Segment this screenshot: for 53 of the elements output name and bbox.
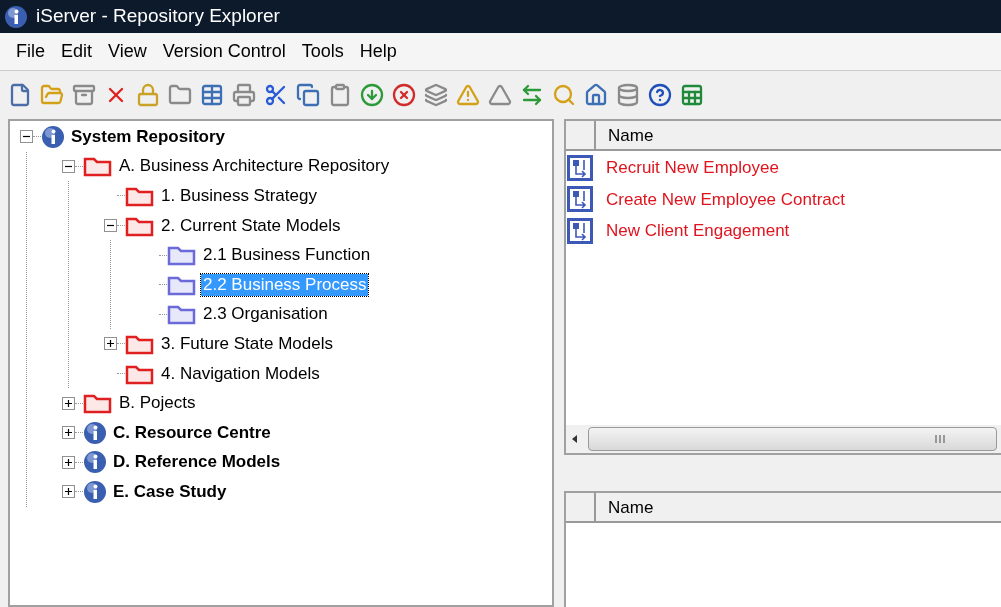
tree-item[interactable]: 4. Navigation Models <box>159 362 322 385</box>
tree-item[interactable]: E. Case Study <box>111 480 229 503</box>
window-title: iServer - Repository Explorer <box>36 4 280 29</box>
plus-icon <box>64 428 73 438</box>
tree-item[interactable]: 2.3 Organisation <box>201 303 330 326</box>
list-item[interactable]: New Client Engagement <box>606 218 790 244</box>
tree-item[interactable]: 2.1 Business Function <box>201 244 373 267</box>
info-icon <box>41 124 65 149</box>
arrow-down-icon[interactable] <box>360 81 384 109</box>
folder-icon <box>125 185 155 207</box>
info-icon <box>4 4 28 29</box>
menu-item[interactable]: Edit <box>53 38 101 65</box>
menu-item[interactable]: View <box>100 38 155 65</box>
plus-icon <box>64 487 73 497</box>
expand-button[interactable] <box>104 337 117 351</box>
info-icon <box>83 450 107 475</box>
folder-icon <box>167 244 197 267</box>
collapse-button[interactable] <box>104 219 117 233</box>
tree-item[interactable]: System Repository <box>69 125 227 148</box>
info-icon <box>83 479 107 504</box>
stop-icon[interactable] <box>392 81 416 109</box>
new-file-icon[interactable] <box>8 81 32 109</box>
folder-icon <box>167 303 197 326</box>
plus-icon <box>64 457 73 467</box>
info-icon <box>83 420 107 445</box>
scroll-thumb[interactable] <box>588 427 997 451</box>
tree-item[interactable]: A. Business Architecture Repository <box>117 155 392 178</box>
menu-item[interactable]: Version Control <box>154 38 294 65</box>
tree-item[interactable]: B. Pojects <box>117 392 198 415</box>
collapse-button[interactable] <box>62 159 75 173</box>
menu-item[interactable]: Help <box>351 38 405 65</box>
folder-icon <box>83 392 113 415</box>
expand-button[interactable] <box>62 426 75 440</box>
plus-icon <box>106 339 115 349</box>
expand-button[interactable] <box>62 396 75 410</box>
expand-button[interactable] <box>62 455 75 469</box>
scroll-left-icon[interactable] <box>570 434 580 444</box>
tree-item[interactable]: C. Resource Centre <box>111 421 273 444</box>
tree-item[interactable]: D. Reference Models <box>111 451 283 474</box>
tree-item[interactable]: 1. Business Strategy <box>159 185 319 207</box>
plus-icon <box>64 398 73 408</box>
list-item[interactable]: Create New Employee Contract <box>606 186 846 212</box>
horizontal-scrollbar[interactable] <box>566 425 1001 453</box>
folder-icon <box>83 155 113 178</box>
menu-item[interactable]: File <box>8 38 53 65</box>
copy-icon[interactable] <box>296 81 320 109</box>
help-icon[interactable] <box>648 81 672 109</box>
expand-button[interactable] <box>62 485 75 499</box>
tree-item[interactable]: 2. Current State Models <box>159 214 343 237</box>
menu-item[interactable]: Tools <box>293 38 352 65</box>
tree-item[interactable]: 3. Future State Models <box>159 332 335 355</box>
collapse-button[interactable] <box>20 130 33 144</box>
list-item[interactable]: Recruit New Employee <box>606 155 779 181</box>
